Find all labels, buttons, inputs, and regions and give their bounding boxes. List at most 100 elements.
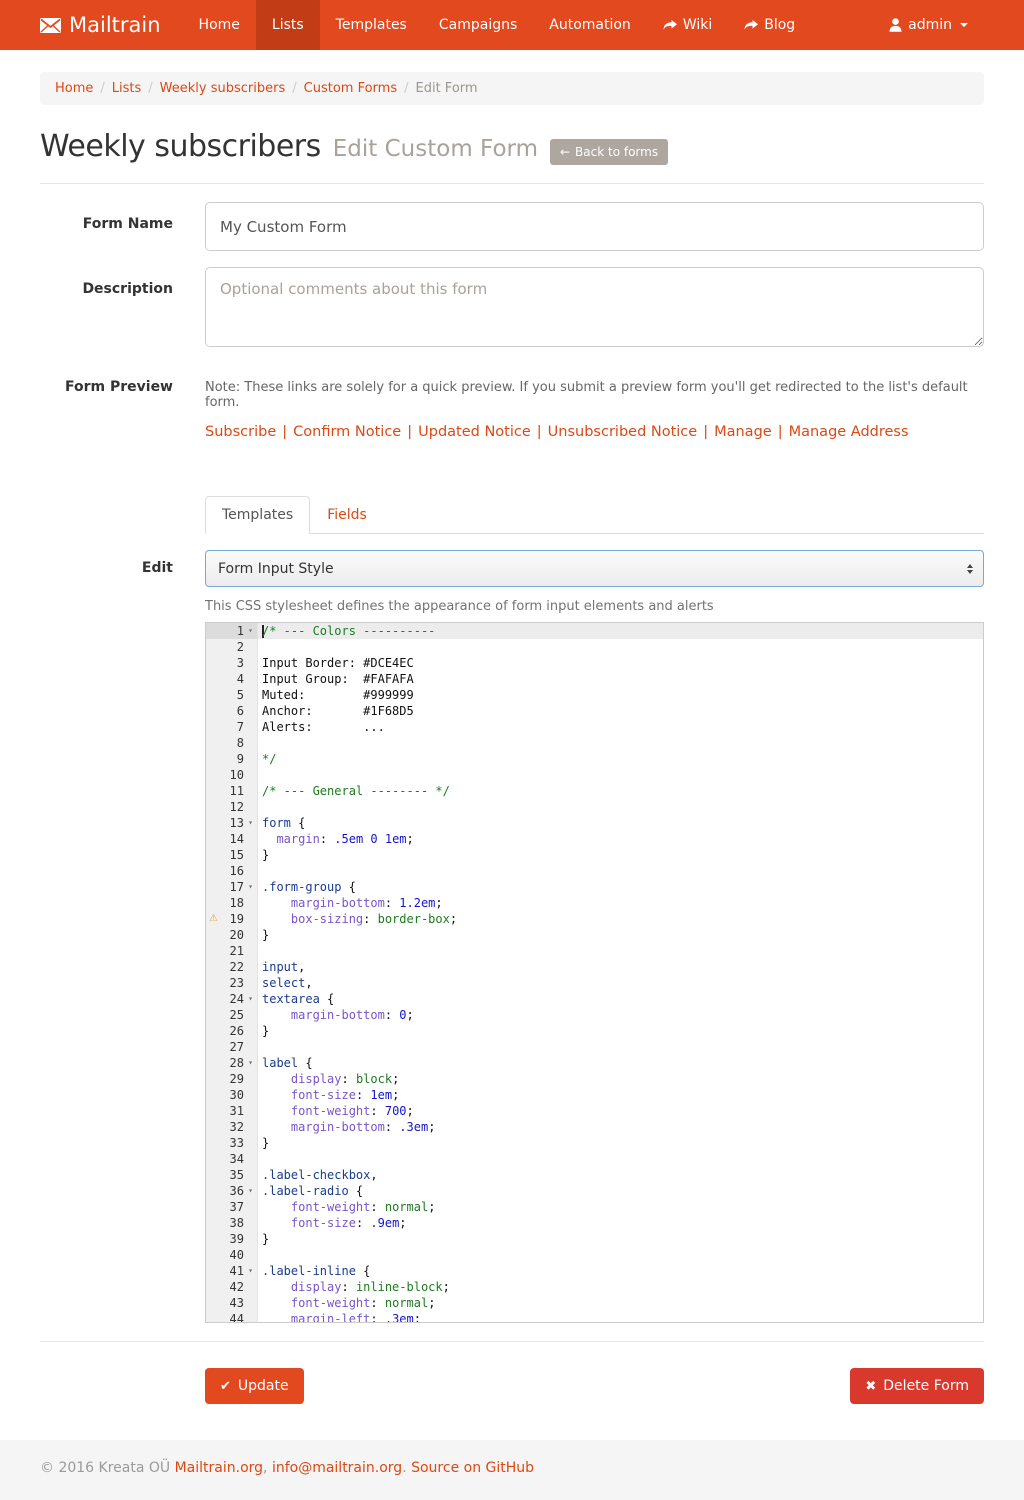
code-token: .5em 0 1em [334,832,406,846]
code-line[interactable]: /* --- General -------- */ [258,783,983,799]
description-textarea[interactable] [205,267,984,347]
code-line[interactable]: .label-checkbox, [258,1167,983,1183]
code-line[interactable]: input, [258,959,983,975]
code-line[interactable]: font-size: .9em; [258,1215,983,1231]
code-line[interactable] [258,1151,983,1167]
nav-item-lists[interactable]: Lists [256,0,320,50]
preview-link-subscribe[interactable]: Subscribe [205,424,276,440]
footer-text: © 2016 Kreata OÜ Mailtrain.org, info@mai… [40,1460,984,1476]
code-line[interactable]: Input Border: #DCE4EC [258,655,983,671]
breadcrumb-link-weekly-subscribers[interactable]: Weekly subscribers [160,81,286,96]
footer-link-info-mailtrain-org[interactable]: info@mailtrain.org [272,1460,402,1476]
update-button[interactable]: ✔ Update [205,1368,304,1404]
code-line[interactable] [258,799,983,815]
footer-divider [40,1341,984,1342]
caret-down-icon [960,23,968,27]
code-line[interactable]: .label-inline { [258,1263,983,1279]
fold-arrow-icon: ▾ [244,1263,257,1279]
code-line[interactable]: } [258,1023,983,1039]
code-line[interactable]: font-weight: normal; [258,1295,983,1311]
code-line[interactable]: font-weight: 700; [258,1103,983,1119]
nav-item-campaigns[interactable]: Campaigns [423,0,533,50]
code-line[interactable]: Input Group: #FAFAFA [258,671,983,687]
code-token: /* --- General -------- */ [262,784,450,798]
gutter-line[interactable]: 13▾ [206,815,257,831]
gutter-line[interactable]: 17▾ [206,879,257,895]
code-line[interactable] [258,735,983,751]
nav-item-templates[interactable]: Templates [320,0,423,50]
code-token: , [305,976,312,990]
code-line[interactable]: font-weight: normal; [258,1199,983,1215]
code-line[interactable]: /* --- Colors ---------- [258,623,983,639]
form-name-input[interactable] [205,202,984,251]
code-line[interactable]: label { [258,1055,983,1071]
breadcrumb-link-lists[interactable]: Lists [112,81,142,96]
code-line[interactable]: form { [258,815,983,831]
nav-item-home[interactable]: Home [183,0,256,50]
code-token: textarea [262,992,320,1006]
preview-link-unsubscribed-notice[interactable]: Unsubscribed Notice [548,424,698,440]
nav-item-blog[interactable]: Blog [728,0,811,50]
code-line[interactable]: box-sizing: border-box; [258,911,983,927]
code-token: ; [392,1072,399,1086]
tab-templates[interactable]: Templates [205,496,310,534]
select-stepper-icon [967,564,973,574]
back-to-forms-button[interactable]: ← Back to forms [550,139,668,165]
code-token [262,832,276,846]
fold-arrow-icon: ▾ [244,991,257,1007]
footer-link-source-on-github[interactable]: Source on GitHub [411,1460,534,1476]
code-token: : [370,1296,384,1310]
breadcrumb-link-home[interactable]: Home [55,81,93,96]
code-line[interactable]: select, [258,975,983,991]
code-line[interactable]: textarea { [258,991,983,1007]
code-line[interactable]: display: inline-block; [258,1279,983,1295]
code-line[interactable]: } [258,927,983,943]
code-line[interactable] [258,639,983,655]
gutter-line: 16 [206,863,257,879]
code-line[interactable]: */ [258,751,983,767]
code-line[interactable]: display: block; [258,1071,983,1087]
code-line[interactable]: font-size: 1em; [258,1087,983,1103]
brand-logo[interactable]: Mailtrain [40,0,183,50]
code-line[interactable]: } [258,1135,983,1151]
code-line[interactable]: margin-left: .3em; [258,1311,983,1322]
breadcrumb-link-custom-forms[interactable]: Custom Forms [304,81,397,96]
code-line[interactable] [258,767,983,783]
user-menu[interactable]: admin [873,0,984,50]
code-line[interactable]: margin-bottom: 0; [258,1007,983,1023]
footer-link-mailtrain-org[interactable]: Mailtrain.org [175,1460,263,1476]
delete-form-button[interactable]: ✖ Delete Form [850,1368,984,1404]
gutter-line[interactable]: 36▾ [206,1183,257,1199]
code-line[interactable]: } [258,1231,983,1247]
code-line[interactable] [258,1039,983,1055]
code-line[interactable]: Alerts: ... [258,719,983,735]
preview-link-updated-notice[interactable]: Updated Notice [418,424,531,440]
gutter-line[interactable]: 28▾ [206,1055,257,1071]
code-line[interactable] [258,943,983,959]
preview-link-manage[interactable]: Manage [714,424,772,440]
line-number: 40 [230,1247,244,1263]
code-line[interactable]: margin-bottom: 1.2em; [258,895,983,911]
tab-fields[interactable]: Fields [310,496,384,534]
code-line[interactable]: margin: .5em 0 1em; [258,831,983,847]
code-line[interactable]: margin-bottom: .3em; [258,1119,983,1135]
gutter-line[interactable]: 24▾ [206,991,257,1007]
code-editor[interactable]: 1▾2345678910111213▾14151617▾18⚠192021222… [205,622,984,1323]
preview-link-confirm-notice[interactable]: Confirm Notice [293,424,401,440]
code-line[interactable]: } [258,847,983,863]
code-line[interactable]: .label-radio { [258,1183,983,1199]
gutter-line[interactable]: 1▾ [206,623,257,639]
code-line[interactable] [258,1247,983,1263]
edit-template-select[interactable]: Form Input Style [205,550,984,587]
preview-link-manage-address[interactable]: Manage Address [789,424,909,440]
code-token: : [341,1072,355,1086]
code-line[interactable] [258,863,983,879]
code-token: : [341,1280,355,1294]
gutter-line[interactable]: 41▾ [206,1263,257,1279]
code-line[interactable]: Anchor: #1F68D5 [258,703,983,719]
code-token: normal [385,1296,428,1310]
code-line[interactable]: .form-group { [258,879,983,895]
code-line[interactable]: Muted: #999999 [258,687,983,703]
nav-item-automation[interactable]: Automation [533,0,647,50]
nav-item-wiki[interactable]: Wiki [647,0,728,50]
